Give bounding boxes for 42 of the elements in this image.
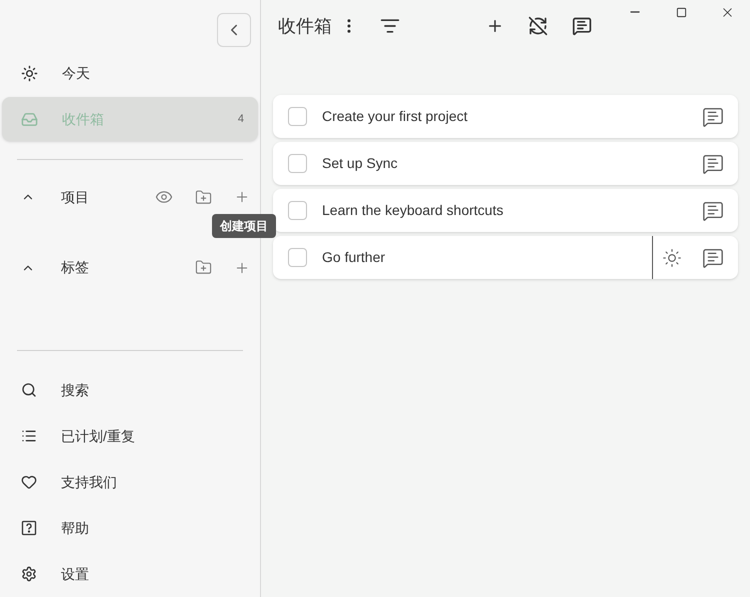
sidebar-item[interactable]: 今天 [2, 51, 258, 96]
notes-icon[interactable] [702, 152, 724, 174]
sidebar-item[interactable]: 收件箱 4 [2, 97, 258, 142]
sun-icon[interactable] [662, 248, 682, 268]
list-icon [21, 428, 37, 444]
settings-icon [21, 566, 37, 582]
notes-icon[interactable] [572, 16, 592, 36]
task-checkbox[interactable] [288, 107, 307, 126]
notes-icon[interactable] [702, 106, 724, 128]
tooltip: 创建项目 [212, 214, 276, 238]
task-card[interactable]: Create your first project [273, 95, 738, 138]
add-icon[interactable] [486, 17, 504, 35]
sidebar-item[interactable]: 帮助 [0, 505, 260, 551]
help-icon [21, 520, 37, 536]
group-title: 标签 [61, 258, 89, 278]
maximize-icon [676, 6, 686, 18]
notes-icon[interactable] [702, 200, 724, 222]
sun-icon [21, 64, 38, 82]
task-card[interactable]: Set up Sync [273, 142, 738, 185]
sidebar-item[interactable]: 搜索 [0, 367, 260, 413]
page-title: 收件箱 [278, 14, 332, 38]
task-checkbox[interactable] [288, 248, 307, 267]
search-icon [21, 382, 37, 398]
task-title: Create your first project [322, 107, 468, 126]
sync-off-icon[interactable] [528, 16, 548, 36]
task-title: Go further [322, 248, 386, 267]
notes-icon[interactable] [702, 246, 724, 268]
heart-icon [21, 474, 37, 490]
folder-plus-icon[interactable] [195, 188, 212, 206]
sidebar-item[interactable]: 设置 [0, 551, 260, 597]
task-checkbox[interactable] [288, 154, 307, 173]
sidebar-item[interactable]: 支持我们 [0, 459, 260, 505]
sidebar-item[interactable]: 已计划/重复 [0, 413, 260, 459]
task-card[interactable]: Go further [273, 236, 738, 279]
task-card[interactable]: Learn the keyboard shortcuts [273, 189, 738, 232]
folder-plus-icon[interactable] [195, 259, 212, 276]
item-count: 4 [238, 112, 244, 127]
group-title: 项目 [61, 188, 89, 207]
inbox-icon [21, 110, 38, 128]
task-title: Set up Sync [322, 154, 398, 173]
task-checkbox[interactable] [288, 201, 307, 220]
task-title: Learn the keyboard shortcuts [322, 201, 504, 220]
